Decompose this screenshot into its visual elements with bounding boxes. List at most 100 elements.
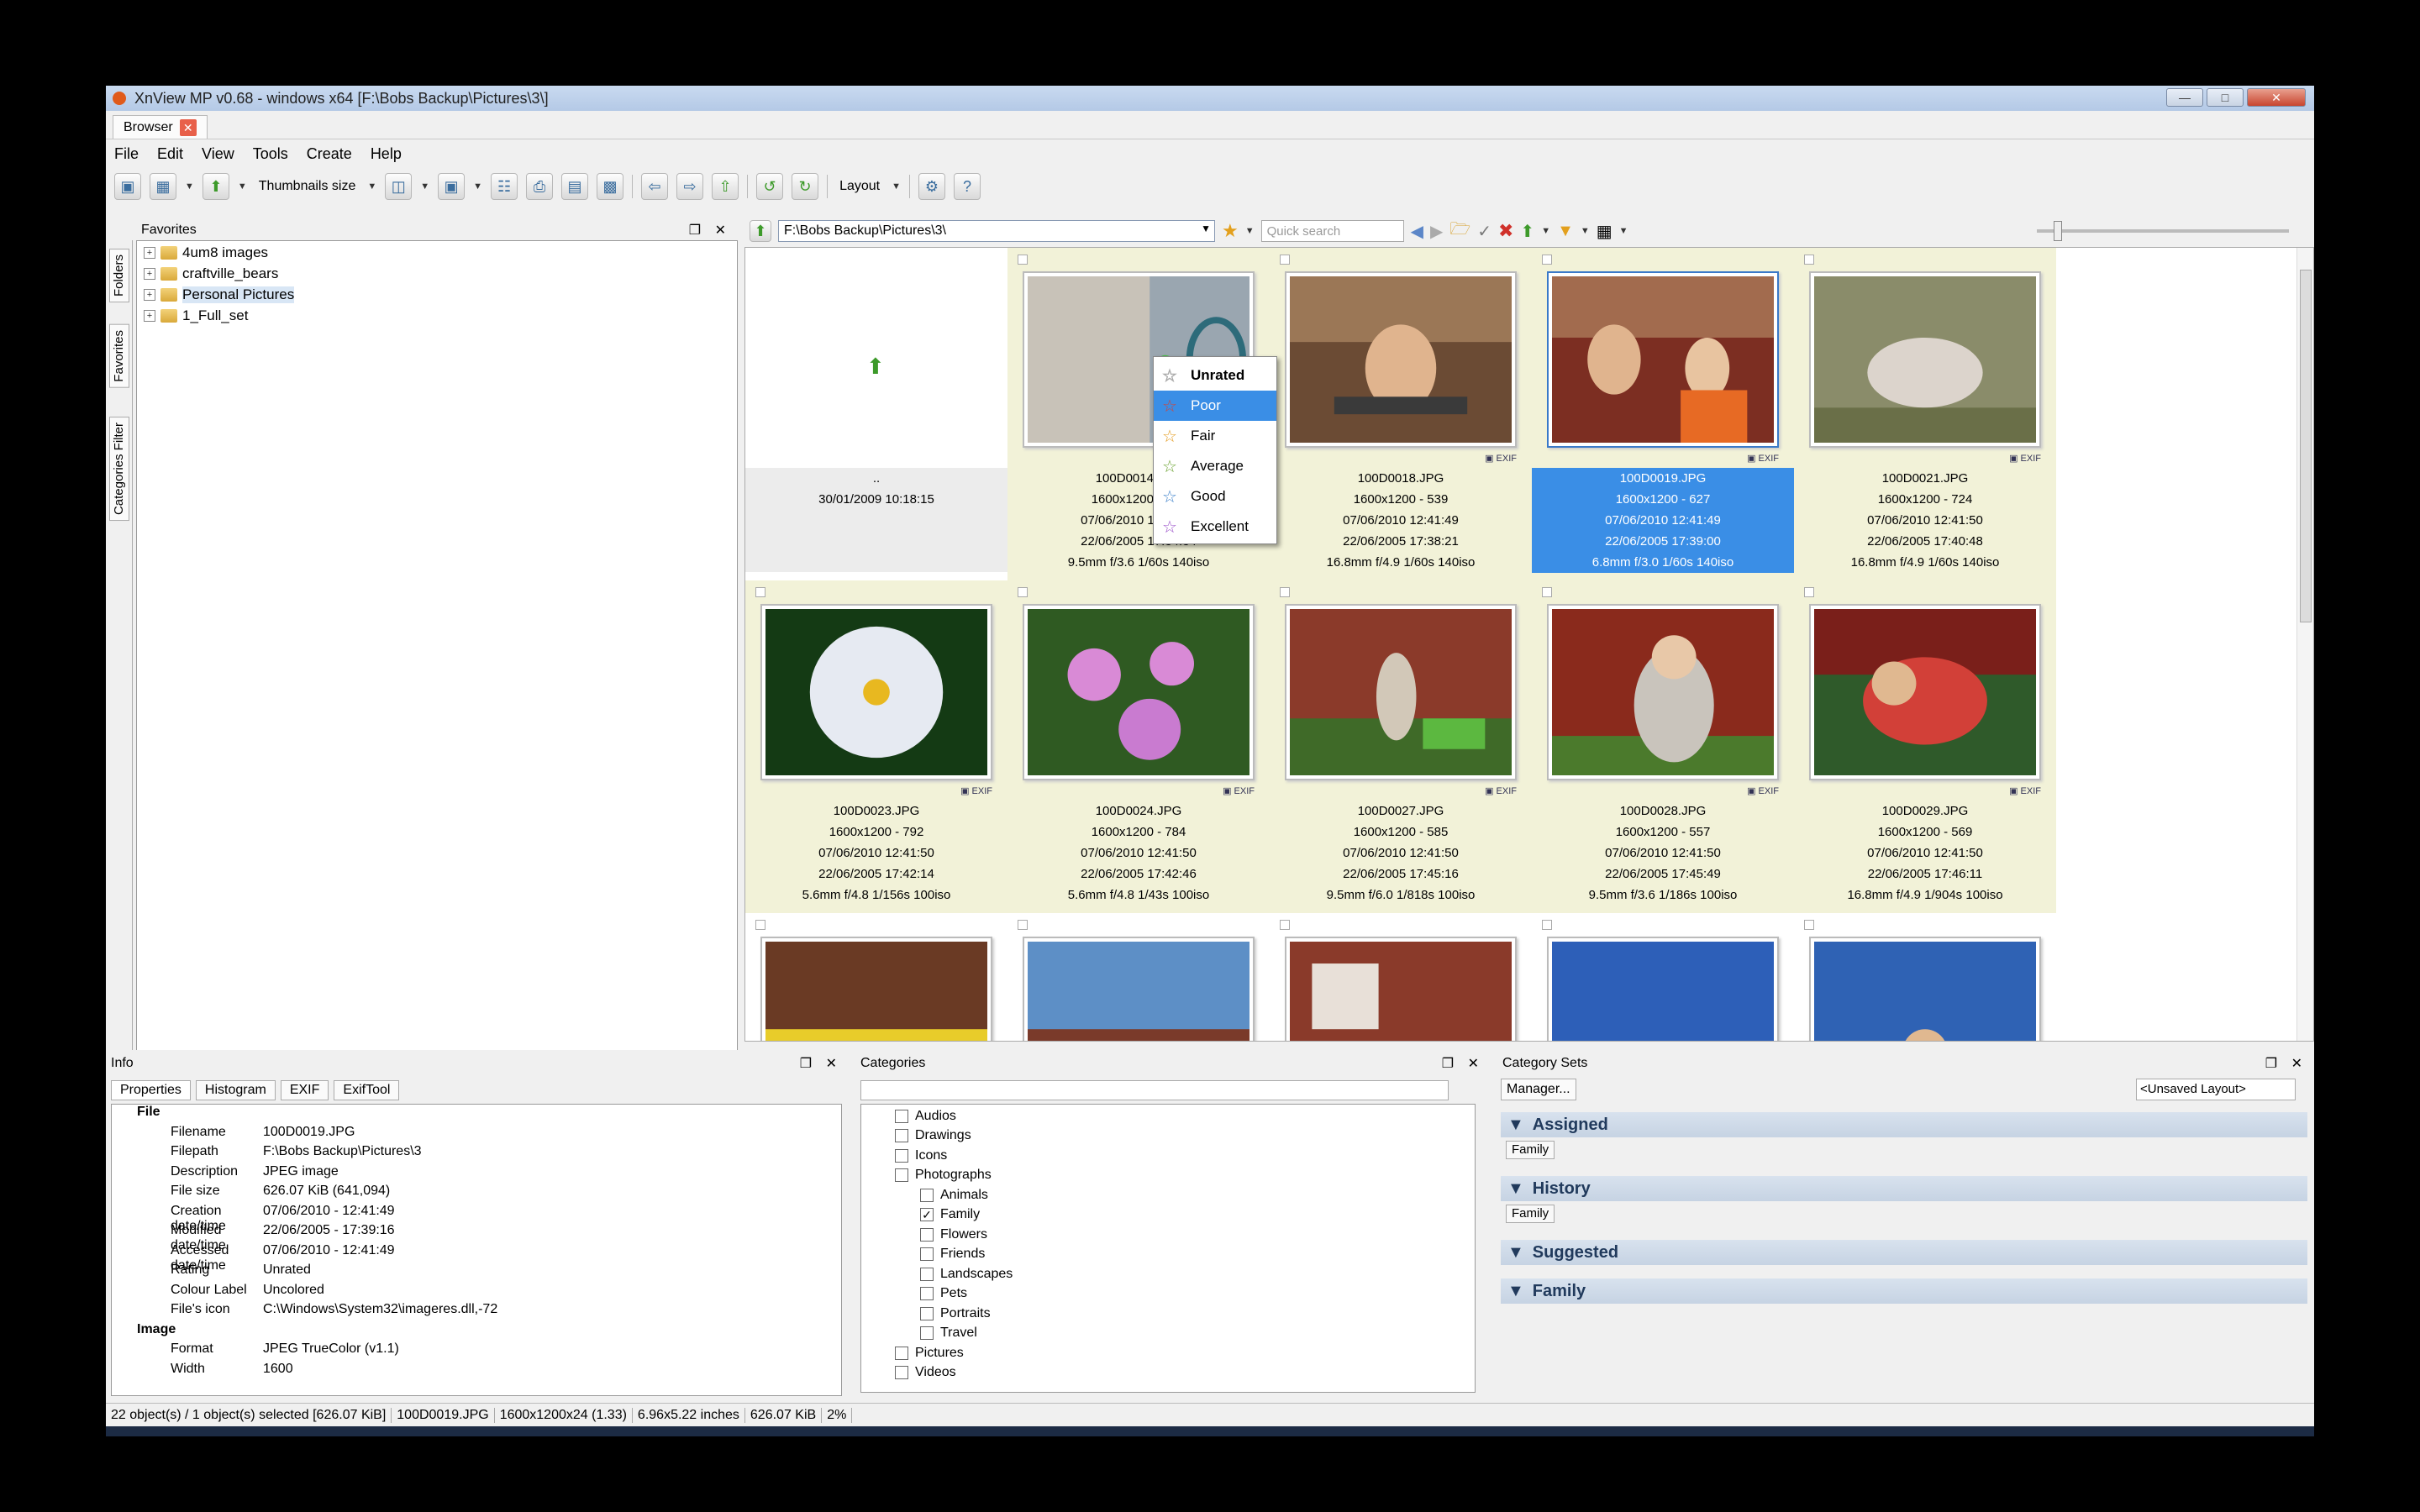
item-checkbox[interactable]: [1804, 255, 1814, 265]
category-search-input[interactable]: [860, 1080, 1449, 1100]
tree-item[interactable]: +1_Full_set: [144, 306, 248, 326]
item-checkbox[interactable]: [1018, 255, 1028, 265]
panel-controls-icon[interactable]: ❐ ✕: [1442, 1055, 1484, 1072]
up-folder-icon[interactable]: ⬆: [750, 220, 771, 242]
vtab-folders[interactable]: Folders: [109, 249, 129, 303]
view-grid-icon[interactable]: ▦: [1597, 221, 1612, 242]
sort-dropdown-icon[interactable]: ▼: [238, 181, 247, 192]
thumbnail-item[interactable]: ▣ EXIF 100D0029.JPG 1600x1200 - 569 07/06/…: [1794, 580, 2056, 913]
select-icon[interactable]: ▣: [438, 173, 466, 200]
print-icon[interactable]: ⎙: [526, 173, 554, 200]
close-tab-icon[interactable]: ✕: [179, 118, 197, 136]
back-icon[interactable]: ⇦: [641, 173, 669, 200]
item-checkbox[interactable]: [1018, 587, 1028, 597]
slideshow-icon[interactable]: ▤: [561, 173, 589, 200]
category-item[interactable]: Photographs: [895, 1166, 992, 1186]
item-checkbox[interactable]: [1280, 587, 1290, 597]
rating-filter-icon[interactable]: ★: [1222, 220, 1239, 242]
grid-scrollbar[interactable]: [2296, 248, 2313, 1041]
thumbnail-item[interactable]: [745, 913, 1007, 1041]
sort-icon[interactable]: ⬆: [1520, 221, 1534, 242]
rotate-left-icon[interactable]: ↺: [756, 173, 784, 200]
category-item[interactable]: Drawings: [895, 1126, 971, 1147]
edit-icon[interactable]: ✓: [1477, 221, 1491, 242]
panel-controls-icon[interactable]: ❐ ✕: [689, 222, 731, 239]
category-item[interactable]: Audios: [895, 1106, 956, 1126]
maximize-button[interactable]: □: [2207, 88, 2244, 107]
thumbnail-item-selected[interactable]: ▣ EXIF 100D0019.JPG 1600x1200 - 627 07/06/…: [1532, 248, 1794, 580]
category-item[interactable]: Icons: [895, 1146, 947, 1166]
convert-icon[interactable]: ▩: [597, 173, 624, 200]
delete-icon[interactable]: ✖: [1498, 220, 1513, 242]
quick-search-input[interactable]: Quick search: [1260, 220, 1404, 242]
tab-properties[interactable]: Properties: [111, 1080, 191, 1100]
category-item[interactable]: Portraits: [920, 1304, 991, 1324]
section-family[interactable]: ▼ Family: [1501, 1278, 2307, 1304]
panel-controls-icon[interactable]: ❐ ✕: [800, 1055, 842, 1072]
fullscreen-icon[interactable]: ▣: [114, 173, 141, 200]
item-checkbox[interactable]: [1804, 587, 1814, 597]
layout-button[interactable]: Layout: [836, 179, 883, 194]
rating-excellent[interactable]: ☆ Excellent: [1154, 512, 1276, 542]
tab-browser[interactable]: Browser ✕: [113, 115, 208, 139]
thumbnail-item[interactable]: [1794, 913, 2056, 1041]
thumbnail-item[interactable]: [1532, 913, 1794, 1041]
tree-item[interactable]: + Personal Pictures: [144, 285, 295, 305]
category-item[interactable]: Landscapes: [920, 1264, 1013, 1284]
thumbnail-item[interactable]: ▣ EXIF 100D0024.JPG 1600x1200 - 784 07/06/…: [1007, 580, 1270, 913]
category-item[interactable]: Travel: [920, 1324, 977, 1344]
sort-icon[interactable]: ⬆: [202, 173, 229, 200]
thumbnails-size-button[interactable]: Thumbnails size: [255, 179, 360, 194]
rating-fair[interactable]: ☆ Fair: [1154, 421, 1276, 451]
menu-file[interactable]: File: [114, 145, 139, 163]
vtab-favorites[interactable]: Favorites: [109, 324, 129, 388]
thumbnail-item[interactable]: ▣ EXIF 100D0021.JPG 1600x1200 - 724 07/06/…: [1794, 248, 2056, 580]
rating-unrated[interactable]: ☆ Unrated: [1154, 360, 1276, 391]
filter-dropdown-icon[interactable]: ▼: [420, 181, 429, 192]
parent-folder-icon[interactable]: ⇧: [712, 173, 739, 200]
select-dropdown-icon[interactable]: ▼: [473, 181, 482, 192]
layout-dropdown-icon[interactable]: ▼: [892, 181, 901, 192]
rotate-right-icon[interactable]: ↻: [792, 173, 819, 200]
category-item[interactable]: Pictures: [895, 1343, 964, 1363]
path-input[interactable]: F:\Bobs Backup\Pictures\3\ ▼: [778, 220, 1215, 242]
new-folder-icon[interactable]: 🗁: [1449, 217, 1470, 245]
help-icon[interactable]: ?: [954, 173, 981, 200]
layout-select[interactable]: <Unsaved Layout>: [2136, 1079, 2296, 1100]
item-checkbox[interactable]: [1542, 255, 1552, 265]
tab-histogram[interactable]: Histogram: [195, 1080, 276, 1100]
rating-good[interactable]: ☆ Good: [1154, 481, 1276, 512]
menu-edit[interactable]: Edit: [157, 145, 183, 163]
forward-icon[interactable]: ⇨: [676, 173, 704, 200]
tab-exif[interactable]: EXIF: [280, 1080, 329, 1100]
view-mode-dropdown-icon[interactable]: ▼: [185, 181, 194, 192]
parent-folder-item[interactable]: ⬆ .. 30/01/2009 10:18:15: [745, 248, 1007, 580]
item-checkbox[interactable]: [1542, 587, 1552, 597]
item-checkbox[interactable]: [755, 587, 765, 597]
category-item[interactable]: Friends: [920, 1245, 985, 1265]
menu-help[interactable]: Help: [371, 145, 402, 163]
chip-family[interactable]: Family: [1506, 1205, 1555, 1223]
filter-funnel-icon[interactable]: ▼: [1557, 222, 1574, 241]
vtab-categories-filter[interactable]: Categories Filter: [109, 417, 129, 522]
section-assigned[interactable]: ▼ Assigned: [1501, 1112, 2307, 1137]
category-item[interactable]: Videos: [895, 1363, 956, 1383]
category-item[interactable]: Animals: [920, 1185, 988, 1205]
thumbnail-item[interactable]: ▣ EXIF 100D0023.JPG 1600x1200 - 792 07/06/…: [745, 580, 1007, 913]
zoom-slider[interactable]: [2037, 221, 2289, 241]
menu-tools[interactable]: Tools: [253, 145, 288, 163]
tab-exiftool[interactable]: ExifTool: [334, 1080, 400, 1100]
rating-poor[interactable]: ☆ Poor: [1154, 391, 1276, 421]
category-item[interactable]: Pets: [920, 1284, 967, 1305]
menu-view[interactable]: View: [202, 145, 234, 163]
item-checkbox[interactable]: [1280, 255, 1290, 265]
filter-icon[interactable]: ◫: [385, 173, 413, 200]
tree-item[interactable]: + craftville_bears: [144, 264, 278, 284]
category-item[interactable]: ✓ Family: [920, 1205, 980, 1226]
tree-icon[interactable]: ☷: [491, 173, 518, 200]
section-history[interactable]: ▼ History: [1501, 1176, 2307, 1201]
forward-arrow-icon[interactable]: ▶: [1430, 221, 1443, 242]
thumbnail-item[interactable]: [1270, 913, 1532, 1041]
rating-average[interactable]: ☆ Average: [1154, 451, 1276, 481]
category-item[interactable]: Flowers: [920, 1225, 987, 1245]
